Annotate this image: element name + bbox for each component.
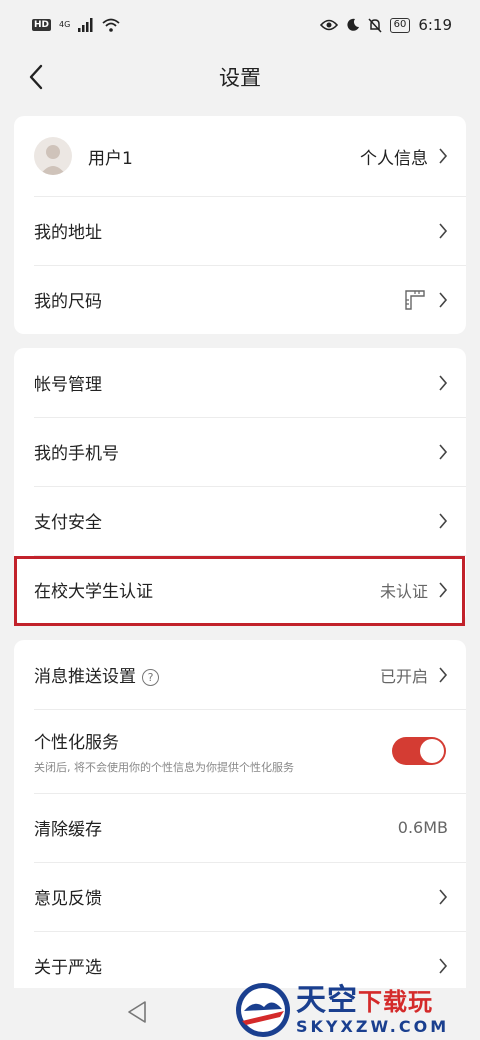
address-row[interactable]: 我的地址 <box>14 196 466 265</box>
push-settings-label: 消息推送设置? <box>34 662 380 687</box>
about-label: 关于严选 <box>34 958 102 978</box>
personalized-service-row: 个性化服务 关闭后, 将不会使用你的个性信息为你提供个性化服务 <box>14 709 466 793</box>
nav-back-icon[interactable] <box>126 1000 148 1024</box>
hd-badge: HD <box>32 19 52 31</box>
phone-row[interactable]: 我的手机号 <box>14 417 466 486</box>
phone-label: 我的手机号 <box>34 444 119 464</box>
header: 设置 <box>0 50 480 104</box>
profile-card: 用户1 个人信息 我的地址 我的尺码 <box>14 116 466 334</box>
signal-icon <box>78 18 93 32</box>
chevron-right-icon <box>439 957 448 974</box>
size-row[interactable]: 我的尺码 <box>14 265 466 334</box>
watermark-url: SKYXZW.COM <box>296 1016 450 1036</box>
battery-indicator: 60 <box>389 17 411 33</box>
profile-row[interactable]: 用户1 个人信息 <box>14 116 466 196</box>
toggle-knob <box>420 739 444 763</box>
clear-cache-row[interactable]: 清除缓存 0.6MB <box>14 793 466 862</box>
moon-icon <box>347 18 359 31</box>
mute-bell-icon <box>368 17 382 33</box>
clock: 6:19 <box>418 16 452 34</box>
watermark: 天空下载玩 SKYXZW.COM <box>234 980 480 1040</box>
chevron-right-icon <box>439 291 448 308</box>
feedback-label: 意见反馈 <box>34 889 102 909</box>
help-icon[interactable]: ? <box>142 668 159 686</box>
student-verification-row[interactable]: 在校大学生认证 未认证 <box>14 555 466 624</box>
chevron-right-icon <box>439 222 448 239</box>
account-card: 帐号管理 我的手机号 支付安全 在校大学生认证 未认证 <box>14 348 466 624</box>
wifi-icon <box>102 18 120 32</box>
watermark-text: 天空下载玩 SKYXZW.COM <box>296 982 450 1036</box>
chevron-right-icon <box>439 148 448 164</box>
payment-security-label: 支付安全 <box>34 513 102 533</box>
back-arrow-icon <box>29 64 43 90</box>
feedback-row[interactable]: 意见反馈 <box>14 862 466 931</box>
personalized-service-text: 个性化服务 关闭后, 将不会使用你的个性信息为你提供个性化服务 <box>34 728 392 775</box>
misc-card: 消息推送设置? 已开启 个性化服务 关闭后, 将不会使用你的个性信息为你提供个性… <box>14 640 466 990</box>
watermark-title: 天空下载玩 <box>296 982 433 1018</box>
personalized-service-toggle[interactable] <box>392 737 446 765</box>
personalized-service-label: 个性化服务 <box>34 732 119 753</box>
page-title: 设置 <box>219 66 261 90</box>
chevron-right-icon <box>439 581 448 598</box>
cache-size: 0.6MB <box>397 818 448 837</box>
clear-cache-label: 清除缓存 <box>34 820 102 840</box>
chevron-right-icon <box>439 666 448 683</box>
profile-name: 用户1 <box>88 148 133 169</box>
back-button[interactable] <box>22 62 50 92</box>
avatar <box>34 137 72 175</box>
push-status: 已开启 <box>379 666 428 686</box>
address-label: 我的地址 <box>34 223 102 243</box>
eye-icon <box>319 19 338 31</box>
status-right: 60 6:19 <box>319 16 452 34</box>
chevron-right-icon <box>439 888 448 905</box>
profile-info-link: 个人信息 <box>360 148 428 169</box>
account-management-row[interactable]: 帐号管理 <box>14 348 466 417</box>
watermark-logo-icon <box>236 983 290 1037</box>
push-settings-row[interactable]: 消息推送设置? 已开启 <box>14 640 466 709</box>
network-type: 4G <box>59 20 71 29</box>
student-verification-label: 在校大学生认证 <box>34 582 153 602</box>
status-left: HD 4G <box>32 18 120 32</box>
ruler-icon <box>405 289 425 310</box>
size-label: 我的尺码 <box>34 292 102 312</box>
chevron-right-icon <box>439 512 448 529</box>
verification-status: 未认证 <box>379 581 428 601</box>
account-management-label: 帐号管理 <box>34 375 102 395</box>
chevron-right-icon <box>439 443 448 460</box>
personalized-service-desc: 关闭后, 将不会使用你的个性信息为你提供个性化服务 <box>34 760 294 774</box>
chevron-right-icon <box>439 374 448 391</box>
status-bar: HD 4G 60 6:19 <box>0 0 480 50</box>
payment-security-row[interactable]: 支付安全 <box>14 486 466 555</box>
